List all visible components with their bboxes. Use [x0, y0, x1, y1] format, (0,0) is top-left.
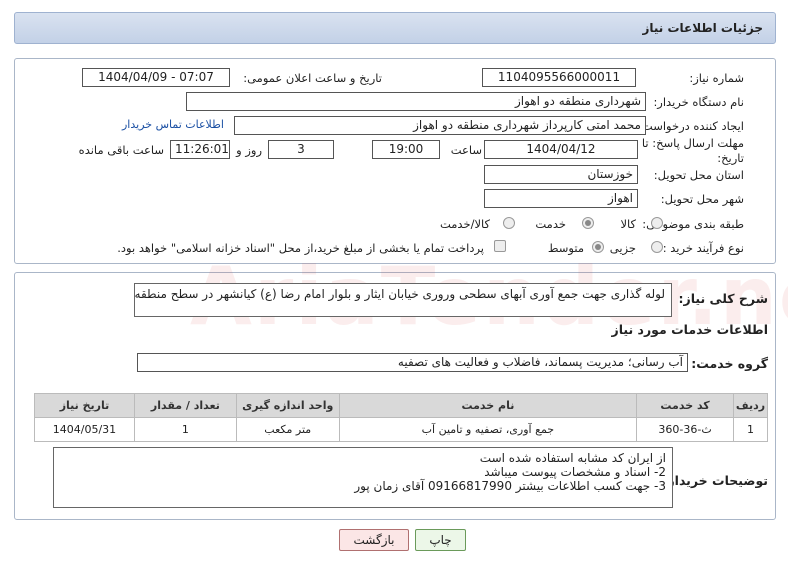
days-label: روز و [236, 143, 262, 157]
col-quantity: تعداد / مقدار [133, 393, 237, 418]
buyer-org-field: شهرداری منطقه دو اهواز [186, 92, 646, 111]
description-label: شرح کلی نیاز: [678, 291, 768, 306]
col-service-name: نام خدمت [338, 393, 638, 418]
remaining-time-field: 11:26:01 [170, 140, 230, 159]
buyer-note-line: 2- اسناد و مشخصات پیوست میباشد [484, 465, 666, 479]
category-option-service: خدمت [535, 217, 566, 231]
table-row[interactable]: 1 ث-36-360 جمع آوری، تصفیه و تامین آب مت… [34, 417, 768, 442]
service-group-label: گروه خدمت: [691, 356, 768, 371]
print-button[interactable]: چاپ [415, 529, 466, 551]
buyer-contact-link[interactable]: اطلاعات تماس خریدار [122, 118, 224, 131]
col-service-code: کد خدمت [636, 393, 735, 418]
deadline-time-label: ساعت [450, 143, 482, 157]
back-button[interactable]: بازگشت [339, 529, 409, 551]
table-header-row: ردیف کد خدمت نام خدمت واحد اندازه گیری ت… [34, 393, 768, 418]
page-title: جزئیات اطلاعات نیاز [642, 21, 763, 35]
category-radio-goods-service[interactable] [503, 217, 515, 229]
cell-quantity: 1 [133, 417, 237, 442]
cell-unit: متر مکعب [235, 417, 340, 442]
description-textarea[interactable]: لوله گذاری جهت جمع آوری آبهای سطحی وروری… [134, 283, 672, 317]
buyer-note-line: 3- جهت کسب اطلاعات بیشتر 09166817990 آقا… [354, 479, 666, 493]
buyer-notes-label: توضیحات خریدار: [662, 473, 768, 488]
col-unit: واحد اندازه گیری [235, 393, 340, 418]
days-field: 3 [268, 140, 334, 159]
province-label: استان محل تحویل: [653, 168, 744, 182]
announce-field: 1404/04/09 - 07:07 [82, 68, 230, 87]
services-table: ردیف کد خدمت نام خدمت واحد اندازه گیری ت… [34, 393, 768, 442]
city-label: شهر محل تحویل: [660, 192, 744, 206]
need-number-label: شماره نیاز: [689, 71, 744, 85]
buyer-org-label: نام دستگاه خریدار: [653, 95, 744, 109]
service-group-field: آب رسانی؛ مدیریت پسماند، فاضلاب و فعالیت… [137, 353, 688, 372]
cell-need-date: 1404/05/31 [34, 417, 135, 442]
announce-label: تاریخ و ساعت اعلان عمومی: [243, 71, 382, 85]
col-row-number: ردیف [733, 393, 768, 418]
buyer-notes-textarea[interactable]: از ایران کد مشابه استفاده شده است 2- اسن… [53, 447, 673, 508]
deadline-time-field: 19:00 [372, 140, 440, 159]
deadline-label: مهلت ارسال پاسخ: تا تاریخ: [641, 136, 744, 165]
province-field: خوزستان [484, 165, 638, 184]
cell-service-code: ث-36-360 [636, 417, 735, 442]
need-number-field: 1104095566000011 [482, 68, 636, 87]
page-header: جزئیات اطلاعات نیاز [14, 12, 776, 44]
services-section-title: اطلاعات خدمات مورد نیاز [611, 322, 769, 337]
creator-label: ایجاد کننده درخواست: [638, 119, 744, 133]
category-option-goods-service: کالا/خدمت [439, 217, 490, 231]
category-radio-service[interactable] [582, 217, 594, 229]
creator-field: محمد امتی کارپرداز شهرداری منطقه دو اهوا… [234, 116, 646, 135]
buyer-note-line: از ایران کد مشابه استفاده شده است [479, 451, 666, 465]
category-radio-goods[interactable] [651, 217, 663, 229]
cell-row-number: 1 [733, 417, 768, 442]
deadline-date-field: 1404/04/12 [484, 140, 638, 159]
city-field: اهواز [484, 189, 638, 208]
cell-service-name: جمع آوری، تصفیه و تامین آب [338, 417, 638, 442]
category-option-goods: کالا [620, 217, 636, 231]
col-need-date: تاریخ نیاز [34, 393, 135, 418]
remaining-time-label: ساعت باقی مانده [78, 143, 164, 157]
